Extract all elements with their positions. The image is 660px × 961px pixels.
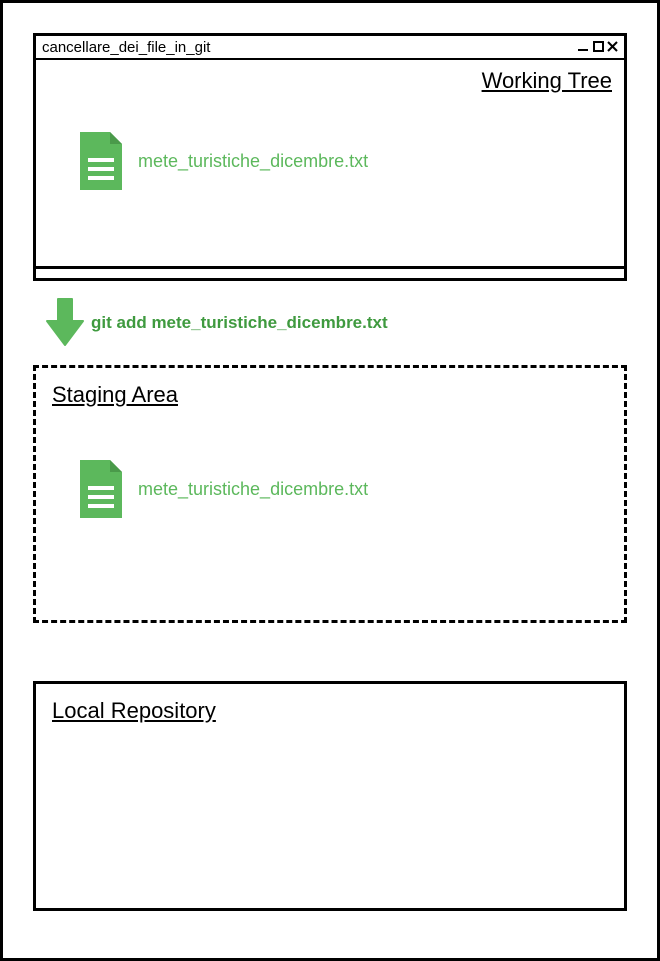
working-tree-window: cancellare_dei_file_in_git Working Tree bbox=[33, 33, 627, 281]
git-add-arrow-row: git add mete_turistiche_dicembre.txt bbox=[41, 295, 627, 351]
window-titlebar: cancellare_dei_file_in_git bbox=[36, 36, 624, 60]
staging-file: mete_turistiche_dicembre.txt bbox=[76, 458, 368, 520]
git-add-command: git add mete_turistiche_dicembre.txt bbox=[91, 313, 388, 333]
diagram-frame: cancellare_dei_file_in_git Working Tree bbox=[0, 0, 660, 961]
local-repository-box: Local Repository bbox=[33, 681, 627, 911]
working-tree-file-label: mete_turistiche_dicembre.txt bbox=[138, 151, 368, 172]
window-title: cancellare_dei_file_in_git bbox=[42, 39, 210, 56]
working-tree-title: Working Tree bbox=[482, 68, 612, 94]
staging-file-label: mete_turistiche_dicembre.txt bbox=[138, 479, 368, 500]
arrow-down-icon bbox=[41, 295, 89, 351]
staging-area-title: Staging Area bbox=[52, 382, 178, 408]
window-footer-divider bbox=[36, 266, 624, 272]
local-repository-title: Local Repository bbox=[52, 698, 216, 724]
staging-area-box: Staging Area mete_turistiche_dicembre.tx… bbox=[33, 365, 627, 623]
file-icon bbox=[76, 130, 126, 192]
window-controls bbox=[576, 39, 618, 56]
working-tree-body: Working Tree mete_turistiche_dicembre.tx… bbox=[36, 60, 624, 272]
file-icon bbox=[76, 458, 126, 520]
working-tree-file: mete_turistiche_dicembre.txt bbox=[76, 130, 368, 192]
